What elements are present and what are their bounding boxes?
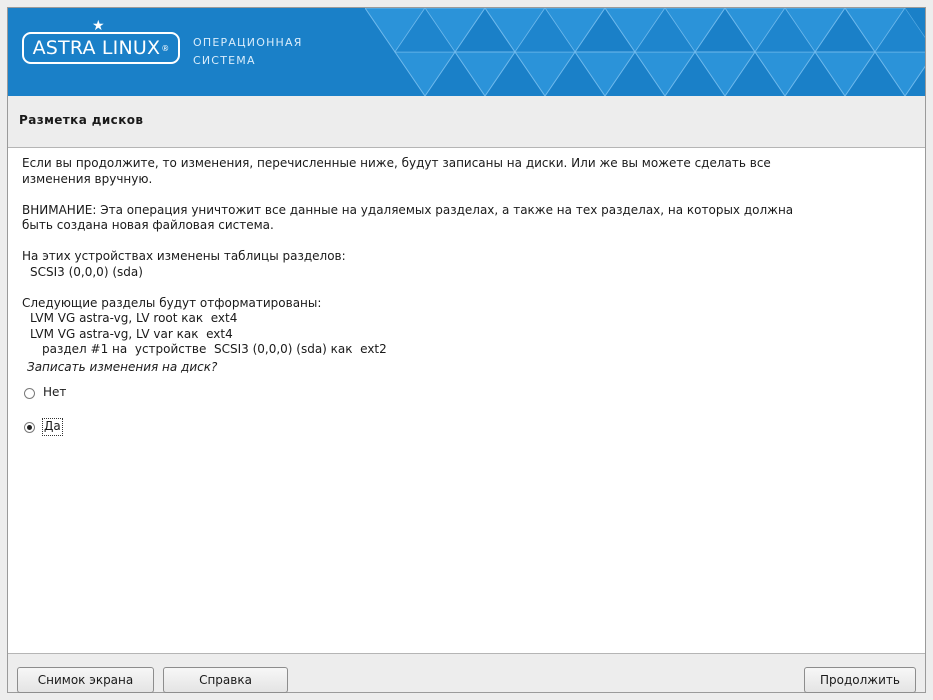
- tagline-line2: СИСТЕМА: [193, 54, 256, 67]
- option-no[interactable]: Нет: [24, 383, 911, 403]
- installer-window: ASTRA LINUX ® ★ ОПЕРАЦИОННАЯ СИСТЕМА Разм…: [7, 7, 926, 693]
- radio-no[interactable]: [24, 387, 35, 399]
- option-yes-label[interactable]: Да: [42, 418, 63, 436]
- astra-linux-logo: ASTRA LINUX ®: [22, 32, 180, 64]
- continue-button[interactable]: Продолжить: [804, 667, 916, 693]
- registered-mark: ®: [161, 43, 170, 53]
- tables-heading: На этих устройствах изменены таблицы раз…: [22, 249, 346, 263]
- intro-line1: Если вы продолжите, то изменения, перечи…: [22, 156, 771, 170]
- intro-line2: изменения вручную.: [22, 171, 153, 186]
- format-item: LVM VG astra-vg, LV root как ext4: [30, 311, 238, 325]
- header-banner: ASTRA LINUX ® ★ ОПЕРАЦИОННАЯ СИСТЕМА: [8, 8, 925, 96]
- page-title: Разметка дисков: [19, 113, 144, 127]
- tables-device: SCSI3 (0,0,0) (sda): [30, 264, 143, 279]
- screenshot-button[interactable]: Снимок экрана: [17, 667, 154, 693]
- option-yes[interactable]: Да: [24, 417, 911, 437]
- banner-triangle-pattern: [365, 8, 925, 96]
- tagline-line1: ОПЕРАЦИОННАЯ: [193, 36, 303, 49]
- brand-tagline: ОПЕРАЦИОННАЯ СИСТЕМА: [193, 34, 303, 70]
- format-heading: Следующие разделы будут отформатированы:: [22, 295, 322, 310]
- content-panel: Если вы продолжите, то изменения, перечи…: [8, 147, 925, 654]
- format-item: LVM VG astra-vg, LV var как ext4: [30, 326, 233, 341]
- help-button[interactable]: Справка: [163, 667, 288, 693]
- option-no-label[interactable]: Нет: [43, 385, 66, 401]
- logo-text: ASTRA LINUX: [32, 37, 161, 59]
- warning-line1: ВНИМАНИЕ: Эта операция уничтожит все дан…: [22, 202, 794, 217]
- step-title-bar: Разметка дисков: [8, 96, 925, 140]
- question-prompt: Записать изменения на диск?: [27, 359, 218, 374]
- warning-line2: быть создана новая файловая система.: [22, 218, 274, 232]
- star-icon: ★: [92, 18, 105, 34]
- radio-yes[interactable]: [24, 421, 35, 433]
- format-item: раздел #1 на устройстве SCSI3 (0,0,0) (s…: [42, 342, 387, 356]
